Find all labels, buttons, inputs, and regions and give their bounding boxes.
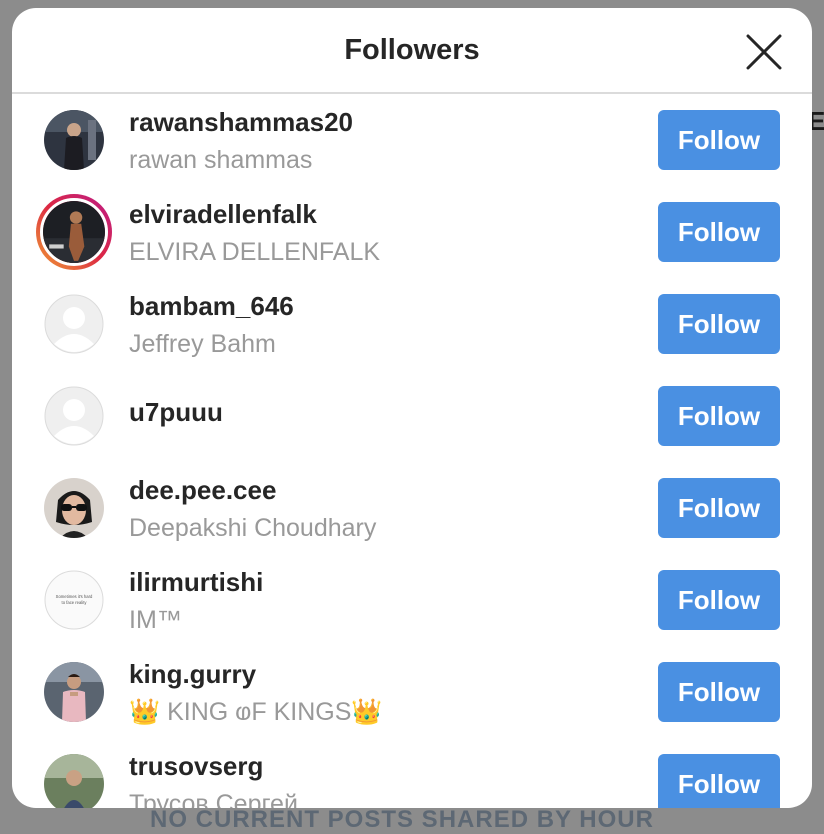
follow-button[interactable]: Follow xyxy=(658,662,780,722)
dialog-header: Followers xyxy=(12,8,812,94)
avatar[interactable] xyxy=(44,662,104,722)
default-avatar[interactable] xyxy=(44,386,104,446)
full-name: Deepakshi Choudhary xyxy=(129,514,377,542)
follow-button[interactable]: Follow xyxy=(658,754,780,808)
follow-button[interactable]: Follow xyxy=(658,570,780,630)
follow-button[interactable]: Follow xyxy=(658,478,780,538)
username-link[interactable]: bambam_646 xyxy=(129,290,294,322)
username-link[interactable]: trusovserg xyxy=(129,750,298,782)
full-name: Трусов Сергей xyxy=(129,790,298,808)
full-name: Jeffrey Bahm xyxy=(129,330,276,358)
avatar[interactable] xyxy=(44,478,104,538)
follower-row: rawanshammas20 rawan shammas Follow xyxy=(12,94,812,186)
username-link[interactable]: ilirmurtishi xyxy=(129,566,263,598)
avatar[interactable] xyxy=(44,110,104,170)
follow-button[interactable]: Follow xyxy=(658,110,780,170)
full-name: ELVIRA DELLENFALK xyxy=(129,238,381,266)
close-button[interactable] xyxy=(744,32,784,72)
followers-list[interactable]: rawanshammas20 rawan shammas Follow elvi… xyxy=(12,94,812,808)
avatar-story-ring[interactable] xyxy=(36,194,112,270)
username-link[interactable]: u7puuu xyxy=(129,396,223,428)
follower-names: u7puuu xyxy=(129,396,223,428)
username-link[interactable]: rawanshammas20 xyxy=(129,106,353,138)
follower-row: bambam_646 Jeffrey Bahm Follow xyxy=(12,278,812,370)
follower-row: dee.pee.cee Deepakshi Choudhary Follow xyxy=(12,462,812,554)
follower-names: ilirmurtishi IM™ xyxy=(129,566,263,636)
follower-row: elviradellenfalk ELVIRA DELLENFALK Follo… xyxy=(12,186,812,278)
avatar-quote-line: Sometimes it's hard xyxy=(56,594,93,599)
follow-button[interactable]: Follow xyxy=(658,294,780,354)
follower-row: Sometimes it's hard to face reality ilir… xyxy=(12,554,812,646)
follow-button[interactable]: Follow xyxy=(658,202,780,262)
default-avatar[interactable] xyxy=(44,294,104,354)
username-link[interactable]: king.gurry xyxy=(129,658,383,690)
full-name: rawan shammas xyxy=(129,146,313,174)
follower-row: u7puuu Follow xyxy=(12,370,812,462)
followers-dialog: Followers rawanshammas20 rawan shammas F… xyxy=(12,8,812,808)
follower-names: dee.pee.cee Deepakshi Choudhary xyxy=(129,474,376,544)
username-link[interactable]: elviradellenfalk xyxy=(129,198,380,230)
follower-names: bambam_646 Jeffrey Bahm xyxy=(129,290,294,360)
dialog-title: Followers xyxy=(344,33,480,66)
close-icon xyxy=(746,34,782,70)
full-name: IM™ xyxy=(129,606,182,634)
follower-names: trusovserg Трусов Сергей xyxy=(129,750,298,808)
username-link[interactable]: dee.pee.cee xyxy=(129,474,376,506)
follower-row: king.gurry 👑 KING ⱷF KINGS👑 Follow xyxy=(12,646,812,738)
follow-button[interactable]: Follow xyxy=(658,386,780,446)
follower-names: rawanshammas20 rawan shammas xyxy=(129,106,353,176)
follower-names: king.gurry 👑 KING ⱷF KINGS👑 xyxy=(129,658,383,728)
follower-row: trusovserg Трусов Сергей Follow xyxy=(12,738,812,808)
avatar-quote-line: to face reality xyxy=(62,600,88,605)
avatar[interactable]: Sometimes it's hard to face reality xyxy=(44,570,104,630)
backdrop-banner-text: NO CURRENT POSTS SHARED BY HOUR xyxy=(150,806,654,833)
follower-names: elviradellenfalk ELVIRA DELLENFALK xyxy=(129,198,380,268)
avatar[interactable] xyxy=(44,754,104,808)
full-name: 👑 KING ⱷF KINGS👑 xyxy=(129,698,383,726)
